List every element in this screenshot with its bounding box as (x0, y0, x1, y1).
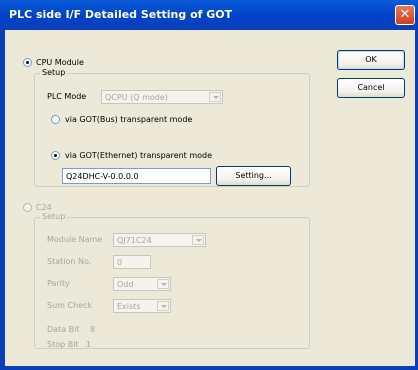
cpu-module-label[interactable]: CPU Module (36, 58, 84, 67)
setting-button[interactable]: Setting... (216, 166, 291, 186)
plc-mode-select[interactable]: QCPU (Q mode) (101, 90, 223, 104)
dialog-body: CPU Module Setup PLC Mode QCPU (Q mode) … (4, 30, 416, 366)
c24-radio[interactable] (23, 203, 32, 212)
chevron-down-icon[interactable] (192, 235, 204, 245)
cancel-button[interactable]: Cancel (337, 78, 405, 98)
module-name-select[interactable]: QJ71C24 (113, 233, 206, 247)
sum-check-select[interactable]: Exists (113, 299, 171, 313)
ethernet-cpu-value: Q24DHC-V-0.0.0.0 (66, 172, 139, 181)
parity-select[interactable]: Odd (113, 277, 171, 291)
chevron-down-icon[interactable] (157, 279, 169, 289)
module-name-label: Module Name (47, 235, 103, 244)
station-no-label: Station No. (47, 257, 92, 266)
plc-mode-label: PLC Mode (47, 92, 87, 101)
station-no-value: 0 (117, 258, 123, 267)
via-ethernet-label[interactable]: via GOT(Ethernet) transparent mode (65, 151, 212, 160)
via-ethernet-radio[interactable] (51, 151, 60, 160)
dialog-title: PLC side I/F Detailed Setting of GOT (9, 8, 233, 21)
via-bus-radio[interactable] (51, 115, 60, 124)
parity-value: Odd (117, 280, 134, 289)
plc-mode-value: QCPU (Q mode) (105, 93, 168, 102)
data-bit-label: Data Bit (47, 325, 80, 334)
parity-label: Parity (47, 279, 70, 288)
station-no-field[interactable]: 0 (113, 255, 151, 269)
sum-check-label: Sum Check (47, 301, 93, 310)
via-bus-label[interactable]: via GOT(Bus) transparent mode (65, 115, 192, 124)
window-frame-bottom (0, 366, 418, 370)
title-bar[interactable]: PLC side I/F Detailed Setting of GOT ✕ (0, 0, 418, 30)
module-name-value: QJ71C24 (117, 236, 152, 245)
ethernet-cpu-field[interactable]: Q24DHC-V-0.0.0.0 (62, 168, 211, 184)
close-button[interactable]: ✕ (395, 5, 415, 25)
sum-check-value: Exists (117, 302, 141, 311)
data-bit-value: 8 (90, 325, 96, 334)
chevron-down-icon[interactable] (209, 92, 221, 102)
cpu-module-radio[interactable] (23, 58, 32, 67)
cpu-setup-title: Setup (40, 68, 68, 77)
chevron-down-icon[interactable] (157, 301, 169, 311)
ok-button[interactable]: OK (337, 50, 405, 70)
stop-bit-value: 1 (86, 340, 92, 349)
close-icon: ✕ (399, 7, 411, 22)
c24-label[interactable]: C24 (36, 203, 52, 212)
stop-bit-label: Stop Bit (47, 340, 79, 349)
c24-setup-title: Setup (40, 212, 68, 221)
